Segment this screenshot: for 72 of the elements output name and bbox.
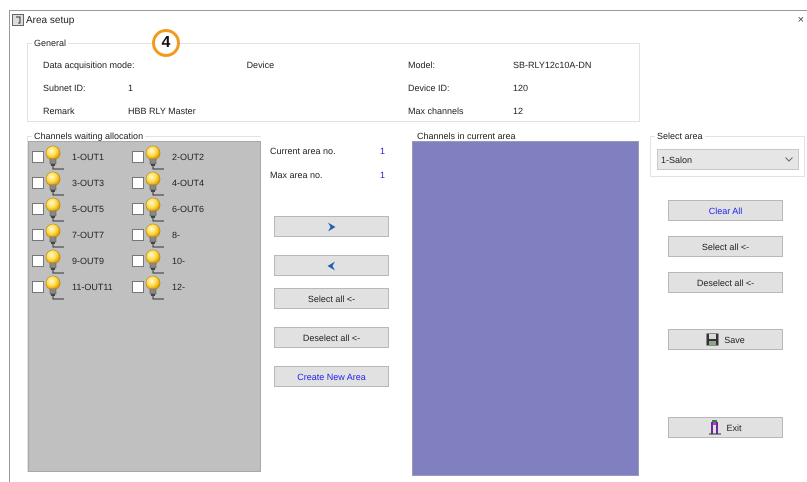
field-label: Model: <box>408 60 436 71</box>
channel-label: 9-OUT9 <box>72 256 104 266</box>
field-label: Remark <box>43 106 76 117</box>
channel-label: 12- <box>172 282 186 292</box>
exit-button[interactable]: Exit <box>668 417 783 438</box>
checkbox[interactable] <box>132 281 144 293</box>
channel-label: 5-OUT5 <box>72 204 104 214</box>
field-label: Data acquisition mode: <box>43 60 135 71</box>
channel-label: 10- <box>172 256 186 266</box>
group-title: Select area <box>656 131 704 141</box>
info-value: 1 <box>380 146 385 156</box>
channel-label: 6-OUT6 <box>172 204 204 214</box>
info-value: 1 <box>380 170 385 180</box>
checkbox[interactable] <box>32 177 44 189</box>
field-label: Device ID: <box>408 83 451 94</box>
info-label: Max area no. <box>270 170 323 180</box>
save-button[interactable]: Save <box>668 329 783 350</box>
checkbox[interactable] <box>132 177 144 189</box>
field-label: Subnet ID: <box>43 83 87 94</box>
light-bulb-icon <box>45 170 65 196</box>
group-title: General <box>33 38 68 48</box>
channel-label: 2-OUT2 <box>172 152 204 162</box>
action-button[interactable]: Clear All <box>668 200 783 221</box>
action-button[interactable]: Select all <- <box>274 288 389 309</box>
checkbox[interactable] <box>32 203 44 215</box>
field-value: 12 <box>513 106 524 117</box>
chevron-right-icon <box>327 222 336 232</box>
channel-label: 11-OUT11 <box>72 282 113 292</box>
light-bulb-icon <box>45 248 65 274</box>
light-bulb-icon <box>145 144 165 170</box>
door-exit-icon <box>709 420 722 435</box>
light-bulb-icon <box>45 196 65 222</box>
channel-label: 4-OUT4 <box>172 178 204 188</box>
light-bulb-icon <box>145 274 165 300</box>
action-button[interactable]: Deselect all <- <box>274 327 389 348</box>
action-button[interactable]: Create New Area <box>274 366 389 387</box>
window-title: Area setup <box>26 14 74 26</box>
field-value: HBB RLY Master <box>128 106 196 117</box>
checkbox[interactable] <box>132 151 144 163</box>
app-icon <box>12 14 24 26</box>
channel-label: 3-OUT3 <box>72 178 104 188</box>
chevron-left-icon <box>327 260 336 270</box>
action-button[interactable]: Deselect all <- <box>668 272 783 293</box>
checkbox[interactable] <box>32 281 44 293</box>
light-bulb-icon <box>45 274 65 300</box>
checkbox[interactable] <box>132 229 144 241</box>
light-bulb-icon <box>145 196 165 222</box>
checkbox[interactable] <box>132 255 144 267</box>
light-bulb-icon <box>45 222 65 248</box>
checkbox[interactable] <box>132 203 144 215</box>
field-value: Device <box>246 60 274 71</box>
field-value: 1 <box>128 83 134 94</box>
light-bulb-icon <box>145 222 165 248</box>
close-button[interactable]: × <box>794 14 807 26</box>
channel-label: 8- <box>172 230 180 240</box>
field-label: Max channels <box>408 106 465 117</box>
checkbox[interactable] <box>32 229 44 241</box>
channel-label: 7-OUT7 <box>72 230 104 240</box>
field-value: 120 <box>513 83 528 94</box>
info-label: Current area no. <box>270 146 336 156</box>
light-bulb-icon <box>145 248 165 274</box>
area-dropdown[interactable]: 1-Salon <box>657 149 799 170</box>
step-badge: 4 <box>152 29 180 57</box>
light-bulb-icon <box>145 170 165 196</box>
light-bulb-icon <box>45 144 65 170</box>
group-title: Channels in current area <box>416 131 517 141</box>
field-value: SB-RLY12c10A-DN <box>513 60 592 71</box>
checkbox[interactable] <box>32 255 44 267</box>
channel-label: 1-OUT1 <box>72 152 104 162</box>
checkbox[interactable] <box>32 151 44 163</box>
group-title: Channels waiting allocation <box>33 131 144 141</box>
action-button[interactable]: Select all <- <box>668 236 783 257</box>
